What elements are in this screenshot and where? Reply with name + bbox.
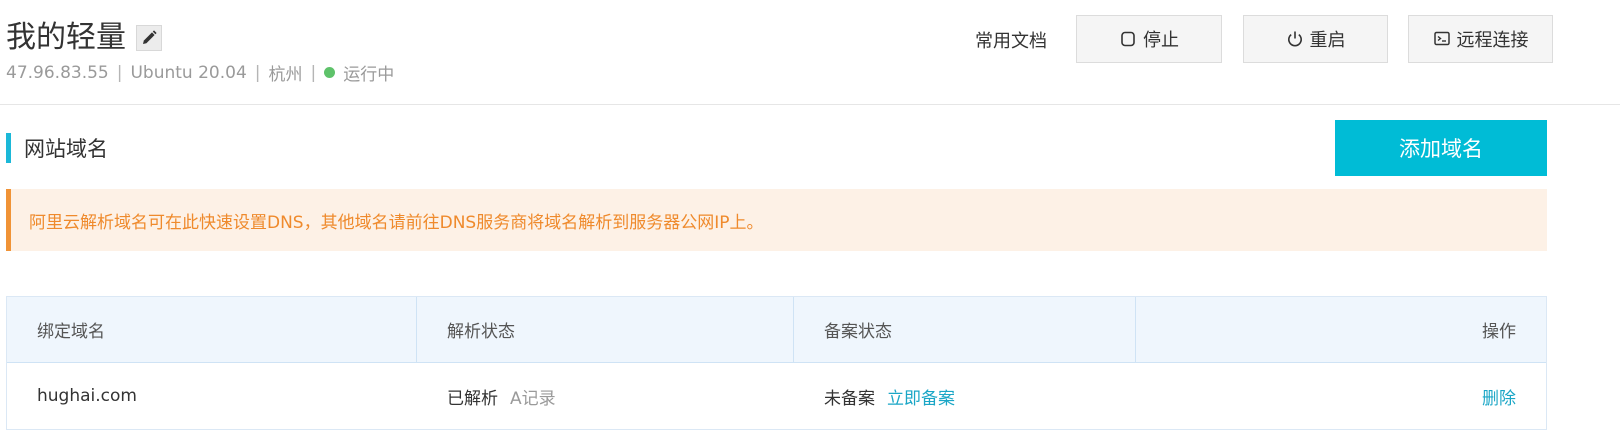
icp-status: 未备案 [824,388,875,409]
icp-filing-link[interactable]: 立即备案 [887,384,955,409]
remote-label: 远程连接 [1456,30,1529,51]
remote-connect-button[interactable]: 远程连接 [1408,15,1553,63]
restart-label: 重启 [1309,30,1346,51]
edit-title-button[interactable] [136,25,162,51]
running-status: 运行中 [343,65,395,85]
column-header-actions: 操作 [1482,322,1516,342]
icp-status-cell: 未备案 立即备案 [794,363,1136,429]
status-dot-icon [324,67,336,78]
column-header-icp-status: 备案状态 [794,297,1136,362]
stop-button[interactable]: 停止 [1076,15,1222,63]
page-title: 我的轻量 [6,20,126,55]
domain-name: hughai.com [37,386,137,406]
table-row: hughai.com 已解析 A记录 未备案 立即备案 删除 [7,363,1546,429]
meta-separator: | [254,62,261,83]
ip-address: 47.96.83.55 [6,62,109,83]
region: 杭州 [268,65,303,85]
delete-link[interactable]: 删除 [1482,384,1516,409]
stop-icon [1121,31,1135,47]
domain-cell: hughai.com [7,363,417,429]
domain-table: 绑定域名 解析状态 备案状态 操作 hughai.com 已解析 A记录 未备案… [6,296,1547,430]
os-version: Ubuntu 20.04 [130,62,247,83]
meta-separator: | [310,62,317,83]
power-icon [1287,31,1302,47]
instance-meta: 47.96.83.55 | Ubuntu 20.04 | 杭州 | 运行中 [6,60,395,86]
record-type: A记录 [510,388,556,409]
column-header-resolve-status: 解析状态 [417,297,794,362]
stop-label: 停止 [1143,30,1179,51]
table-header: 绑定域名 解析状态 备案状态 操作 [7,297,1546,363]
meta-separator: | [116,62,123,83]
resolve-status: 已解析 [447,388,498,409]
section-title: 网站域名 [24,137,108,161]
section-accent-bar [6,133,11,163]
dns-notice: 阿里云解析域名可在此快速设置DNS，其他域名请前往DNS服务商将域名解析到服务器… [6,189,1547,251]
column-header-domain: 绑定域名 [7,297,417,362]
restart-button[interactable]: 重启 [1243,15,1388,63]
pencil-icon [143,30,157,44]
add-domain-button[interactable]: 添加域名 [1335,120,1547,176]
resolve-status-cell: 已解析 A记录 [417,363,794,429]
docs-link[interactable]: 常用文档 [975,27,1047,53]
terminal-icon [1433,31,1450,46]
actions-cell: 删除 [1136,363,1546,429]
title-row: 我的轻量 [6,18,162,58]
page-header: 我的轻量 47.96.83.55 | Ubuntu 20.04 | 杭州 | 运… [0,0,1620,105]
